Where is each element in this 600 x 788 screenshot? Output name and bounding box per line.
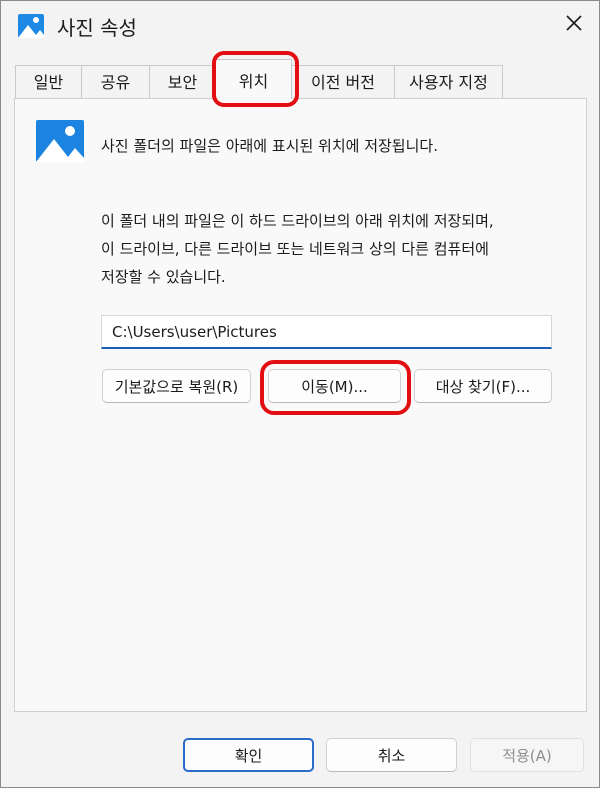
find-target-button[interactable]: 대상 찾기(F)... [414,369,552,403]
properties-dialog: 사진 속성 일반 공유 보안 위치 이전 버전 사용자 지정 사진 폴더의 파일… [0,0,600,788]
tab-customize[interactable]: 사용자 지정 [394,65,503,98]
tab-general[interactable]: 일반 [15,65,82,98]
ok-button[interactable]: 확인 [183,738,314,772]
details-line-2: 이 드라이브, 다른 드라이브 또는 네트워크 상의 다른 컴퓨터에 [101,240,489,258]
close-button[interactable] [559,9,589,41]
restore-default-button[interactable]: 기본값으로 복원(R) [102,369,251,403]
tab-sharing[interactable]: 공유 [81,65,150,98]
folder-path-input[interactable] [101,315,552,349]
tab-previous-versions[interactable]: 이전 버전 [291,65,395,98]
location-description: 사진 폴더의 파일은 아래에 표시된 위치에 저장됩니다. [101,137,438,155]
details-line-1: 이 폴더 내의 파일은 이 하드 드라이브의 아래 위치에 저장되며, [101,212,494,230]
location-tab-highlight [212,51,299,107]
location-details: 이 폴더 내의 파일은 이 하드 드라이브의 아래 위치에 저장되며, 이 드라… [101,207,494,291]
apply-button: 적용(A) [470,738,584,772]
title-bar: 사진 속성 [1,1,599,51]
move-button-highlight [260,360,411,415]
cancel-button[interactable]: 취소 [326,738,457,772]
photo-folder-icon [17,13,45,39]
tab-security[interactable]: 보안 [149,65,216,98]
details-line-3: 저장할 수 있습니다. [101,268,226,286]
photo-folder-icon [35,119,85,163]
window-title: 사진 속성 [57,16,137,40]
close-icon [565,14,583,36]
